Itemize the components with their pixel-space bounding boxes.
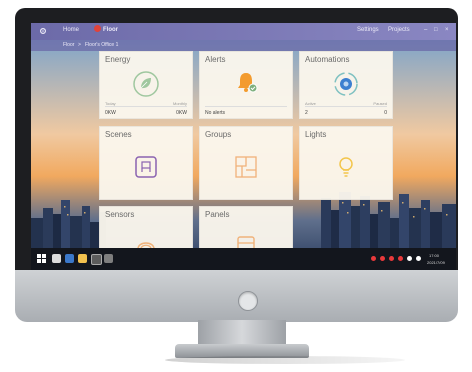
tile-title: Automations — [305, 55, 350, 64]
bell-icon — [238, 73, 258, 93]
folder-icon[interactable] — [78, 254, 87, 263]
start-windows-icon[interactable] — [37, 254, 46, 263]
tile-title: Lights — [305, 130, 327, 139]
tile-title: Panels — [205, 210, 230, 219]
monthly-value: 0KW — [176, 110, 187, 116]
maximize-button[interactable]: □ — [434, 27, 438, 33]
tray-app-icon[interactable] — [380, 256, 385, 261]
tile-title: Alerts — [205, 55, 226, 64]
floorplan-icon — [235, 156, 257, 178]
minimize-button[interactable]: – — [424, 27, 427, 33]
store-icon[interactable] — [104, 254, 113, 263]
tile-title: Sensors — [105, 210, 135, 219]
tray-network-icon[interactable] — [407, 256, 412, 261]
leaf-icon — [133, 71, 159, 97]
paused-count: 0 — [384, 110, 387, 116]
clock-time[interactable]: 17:00 — [429, 253, 439, 258]
breadcrumb-separator: > — [78, 42, 81, 48]
tile-title: Scenes — [105, 130, 132, 139]
tile-groups[interactable]: Groups — [199, 126, 293, 200]
tile-energy[interactable]: Energy Today Monthly 0KW 0KW — [99, 51, 193, 119]
paused-label: Paused — [373, 101, 387, 106]
tile-title: Groups — [205, 130, 232, 139]
settings-link[interactable]: Settings — [357, 27, 379, 33]
monitor-stand-neck — [198, 320, 286, 346]
app-running-icon[interactable] — [91, 254, 102, 265]
tray-app-icon[interactable] — [389, 256, 394, 261]
notification-badge — [94, 25, 101, 32]
breadcrumb-root[interactable]: Floor — [63, 42, 74, 48]
divider — [305, 106, 387, 107]
scenes-icon — [135, 156, 157, 178]
tray-app-icon[interactable] — [398, 256, 403, 261]
breadcrumb: Floor > Floor's Office 1 — [31, 40, 456, 51]
monthly-label: Monthly — [172, 101, 187, 106]
power-button[interactable] — [238, 291, 258, 311]
app-header: Home Floor Settings Projects – □ × — [31, 23, 456, 40]
active-count: 2 — [305, 110, 308, 116]
browser-icon[interactable] — [65, 254, 74, 263]
tray-volume-icon[interactable] — [416, 256, 421, 261]
monitor-screen: Home Floor Settings Projects – □ × Floor… — [31, 23, 456, 270]
nav-floor-link[interactable]: Floor — [103, 27, 118, 33]
breadcrumb-current: Floor's Office 1 — [85, 42, 119, 48]
lightbulb-icon — [339, 157, 353, 177]
today-label: Today — [105, 101, 116, 106]
today-value: 0KW — [105, 110, 116, 116]
automation-cycle-icon — [334, 72, 358, 96]
nav-home-link[interactable]: Home — [63, 27, 79, 33]
tile-lights[interactable]: Lights — [299, 126, 393, 200]
tile-automations[interactable]: Automations Active Paused 2 0 — [299, 51, 393, 119]
monitor-chin — [15, 270, 458, 322]
clock-date[interactable]: 2021/7/09 — [427, 260, 445, 265]
divider — [105, 106, 187, 107]
active-label: Active — [305, 101, 316, 106]
projects-link[interactable]: Projects — [388, 27, 410, 33]
close-button[interactable]: × — [445, 27, 449, 33]
tile-title: Energy — [105, 55, 131, 64]
search-icon[interactable] — [52, 254, 61, 263]
alerts-status: No alerts — [205, 110, 226, 116]
tile-alerts[interactable]: Alerts No alerts — [199, 51, 293, 119]
taskbar: 17:00 2021/7/09 — [31, 248, 456, 270]
divider — [205, 106, 287, 107]
menu-gear-icon[interactable] — [39, 27, 47, 35]
tile-scenes[interactable]: Scenes — [99, 126, 193, 200]
stand-shadow — [165, 356, 405, 364]
tray-antivirus-icon[interactable] — [371, 256, 376, 261]
